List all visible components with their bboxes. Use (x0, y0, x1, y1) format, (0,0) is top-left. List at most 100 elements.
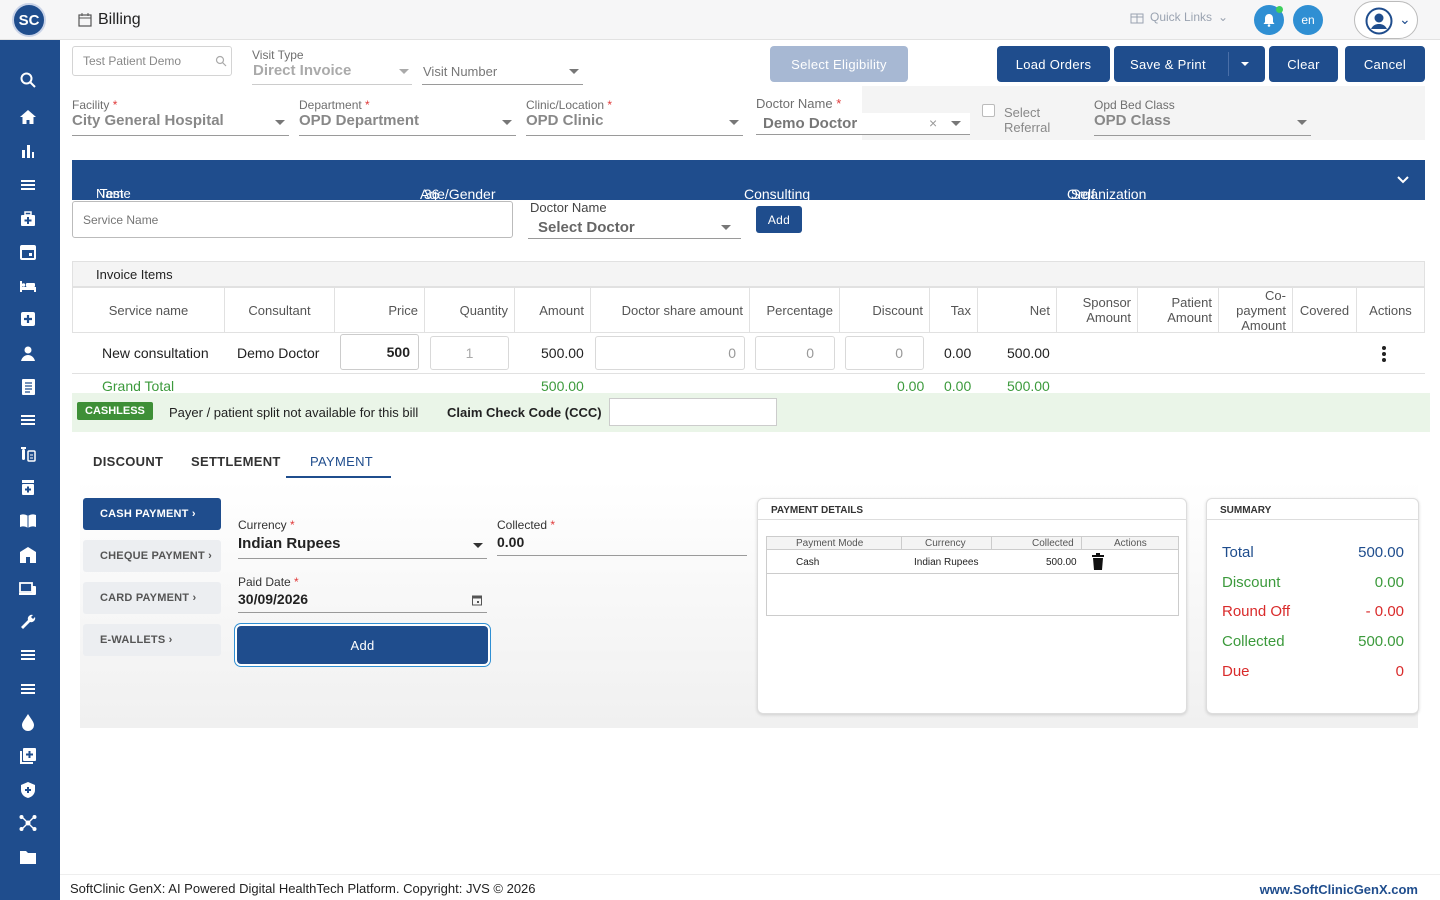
patient-search-input[interactable]: Test Patient Demo (72, 46, 232, 76)
row-net: 500.00 (1007, 345, 1050, 361)
tab-settlement[interactable]: SETTLEMENT (191, 454, 281, 469)
patient-info-bar: Name : Test Patient Demo Age/Gender : 36… (72, 160, 1425, 234)
wrench-icon[interactable] (19, 613, 37, 631)
tab-payment[interactable]: PAYMENT (310, 454, 373, 469)
clear-button[interactable]: Clear (1269, 46, 1338, 82)
select-referral-checkbox[interactable] (982, 104, 995, 117)
cash-payment-button[interactable]: CASH PAYMENT › (83, 498, 221, 530)
paid-date-input[interactable]: 30/09/2026 (238, 591, 308, 607)
grand-total-discount: 0.00 (897, 378, 925, 394)
col-doctor-share: Doctor share amount (590, 287, 750, 333)
col-net: Net (977, 287, 1057, 333)
ccc-label: Claim Check Code (CCC) (447, 405, 602, 420)
shield-icon[interactable] (19, 781, 37, 799)
summary-roundoff-value: - 0.00 (1365, 603, 1404, 620)
chevron-down-icon[interactable] (1241, 62, 1249, 66)
app-logo[interactable]: SC (12, 3, 46, 37)
discount-input[interactable]: 0 (845, 336, 924, 370)
doctor-share-input[interactable]: 0 (595, 336, 745, 370)
add-service-button[interactable]: Add (756, 206, 802, 233)
currency-underline (238, 558, 487, 559)
menu-icon[interactable] (19, 680, 37, 698)
hospital-plus-icon[interactable] (19, 310, 37, 328)
menu-icon[interactable] (19, 646, 37, 664)
grand-total-amount: 500.00 (541, 378, 584, 394)
more-options-icon[interactable] (1380, 345, 1388, 363)
e-wallets-button[interactable]: E-WALLETS › (83, 624, 221, 656)
notification-bell-button[interactable] (1254, 5, 1284, 35)
trash-icon[interactable] (1091, 553, 1105, 570)
collected-input[interactable]: 0.00 (497, 534, 524, 550)
price-input[interactable]: 500 (340, 334, 419, 370)
visit-type-label: Visit Type (252, 48, 304, 62)
paid-date-label: Paid Date * (238, 575, 299, 589)
chevron-down-icon (1297, 120, 1307, 125)
add-payment-button[interactable]: Add (237, 626, 488, 664)
col-amount: Amount (514, 287, 591, 333)
load-orders-button[interactable]: Load Orders (997, 46, 1110, 82)
clinic-select[interactable]: OPD Clinic (526, 112, 604, 129)
department-select[interactable]: OPD Department (299, 112, 419, 129)
currency-select[interactable]: Indian Rupees (238, 535, 341, 552)
row-service-name: New consultation (102, 345, 209, 361)
summary-total-value: 500.00 (1358, 544, 1404, 561)
calendar-icon[interactable] (19, 243, 37, 261)
doctor-select[interactable]: Demo Doctor × (756, 113, 970, 134)
summary-collected-label: Collected (1222, 633, 1285, 650)
devices-icon[interactable] (19, 580, 37, 598)
cancel-button[interactable]: Cancel (1345, 46, 1425, 82)
language-button[interactable]: en (1293, 5, 1323, 35)
collected-underline (497, 555, 747, 556)
tab-discount[interactable]: DISCOUNT (93, 454, 163, 469)
paid-date-underline (238, 612, 487, 613)
chevron-down-icon (275, 120, 285, 125)
user-menu[interactable]: ⌄ (1354, 1, 1418, 39)
grand-total-net: 500.00 (1007, 378, 1050, 394)
quick-links-menu[interactable]: Quick Links ⌄ (1130, 10, 1228, 24)
ccc-input[interactable] (609, 398, 777, 426)
summary-collected-value: 500.00 (1358, 633, 1404, 650)
bar-chart-icon[interactable] (19, 142, 37, 160)
building-icon[interactable] (19, 546, 37, 564)
service-name-input[interactable] (72, 201, 513, 238)
facility-select[interactable]: City General Hospital (72, 112, 224, 129)
visit-number-field[interactable]: Visit Number (423, 64, 497, 79)
visit-type-value[interactable]: Direct Invoice (253, 62, 351, 79)
menu-icon[interactable] (19, 411, 37, 429)
menu-icon[interactable] (19, 176, 37, 194)
percentage-input[interactable]: 0 (755, 336, 835, 370)
bed-icon[interactable] (19, 277, 37, 295)
select-eligibility-button[interactable]: Select Eligibility (770, 46, 908, 82)
network-icon[interactable] (19, 814, 37, 832)
col-price: Price (334, 287, 425, 333)
col-sponsor-amount: Sponsor Amount (1056, 287, 1138, 333)
quantity-input[interactable]: 1 (430, 336, 509, 370)
lab-test-icon[interactable] (19, 445, 37, 463)
facility-underline (72, 135, 289, 136)
document-list-icon[interactable] (19, 378, 37, 396)
folder-icon[interactable] (19, 848, 37, 866)
home-icon[interactable] (19, 108, 37, 126)
bed-class-select[interactable]: OPD Class (1094, 112, 1171, 129)
service-doctor-select[interactable]: Select Doctor (538, 219, 635, 236)
card-payment-button[interactable]: CARD PAYMENT › (83, 582, 221, 614)
chevron-down-icon (399, 69, 409, 74)
medical-bag-icon[interactable] (19, 210, 37, 228)
save-print-button[interactable]: Save & Print (1114, 46, 1265, 82)
book-icon[interactable] (19, 512, 37, 530)
add-record-icon[interactable] (19, 747, 37, 765)
footer-copyright: SoftClinic GenX: AI Powered Digital Heal… (70, 881, 536, 896)
col-discount: Discount (839, 287, 930, 333)
grand-total-label: Grand Total (102, 378, 175, 394)
footer-website-link[interactable]: www.SoftClinicGenX.com (1260, 882, 1418, 897)
calendar-icon[interactable] (471, 594, 483, 606)
clear-icon[interactable]: × (929, 115, 937, 131)
blood-drop-icon[interactable] (19, 713, 37, 731)
search-icon[interactable] (19, 71, 37, 89)
cheque-payment-button[interactable]: CHEQUE PAYMENT › (83, 540, 221, 572)
pharmacy-icon[interactable] (19, 478, 37, 496)
patient-icon[interactable] (19, 344, 37, 362)
col-tax: Tax (929, 287, 978, 333)
avatar-icon (1365, 7, 1393, 35)
chevron-down-icon[interactable] (1397, 176, 1409, 184)
